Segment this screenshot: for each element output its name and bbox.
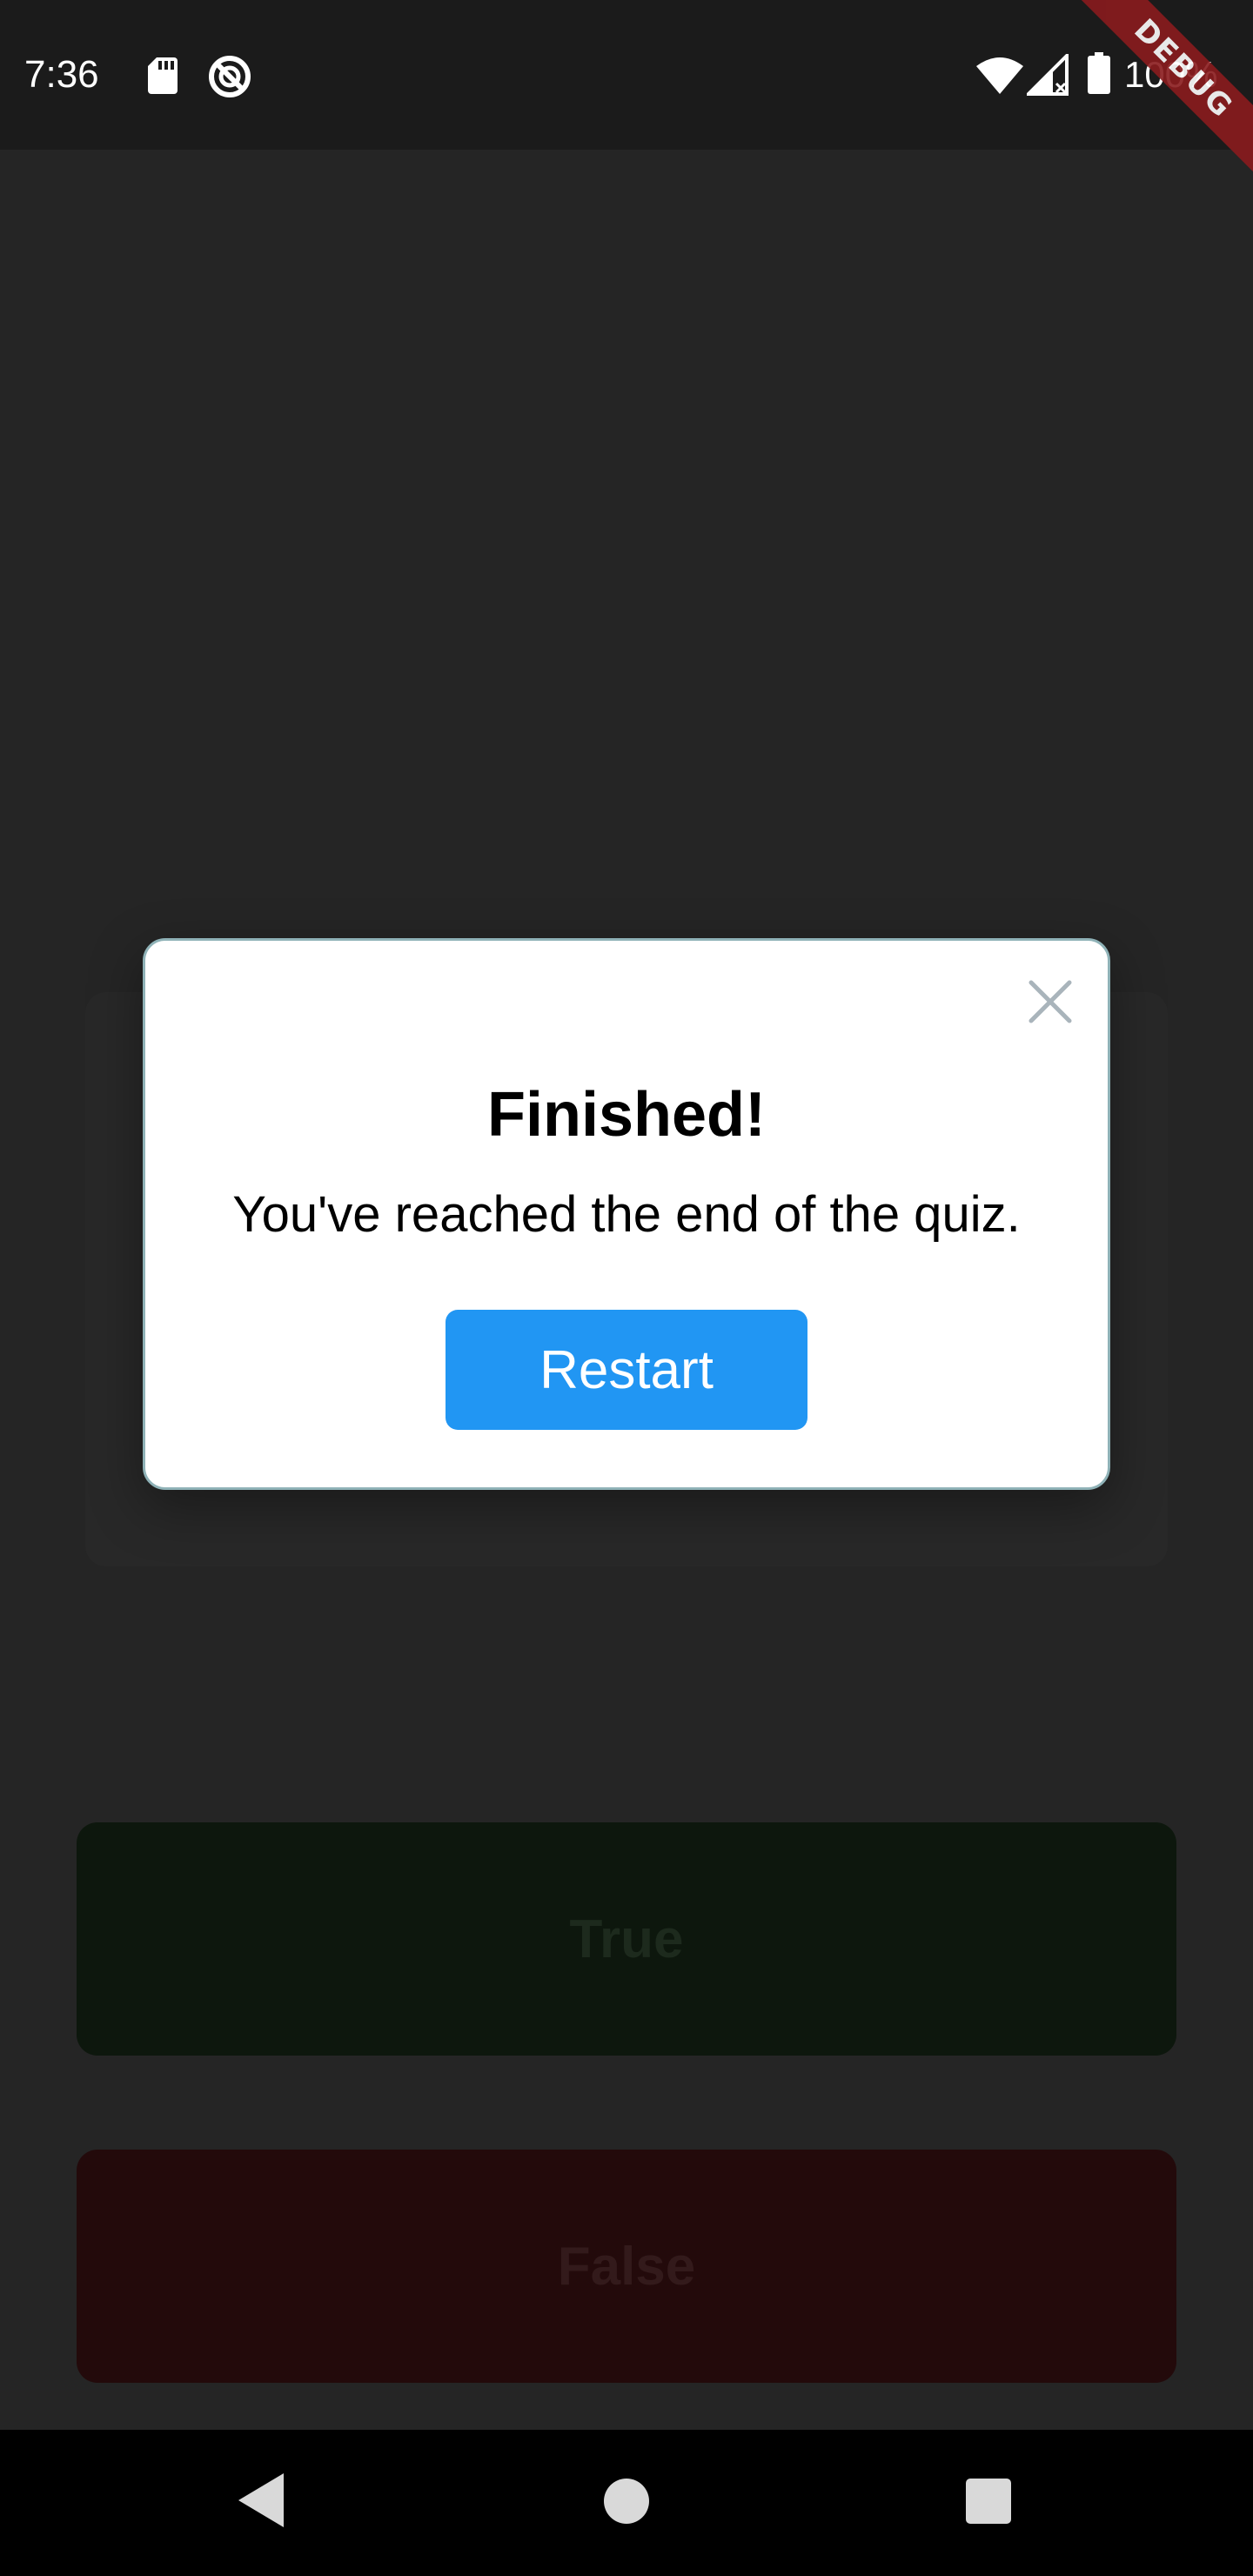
dialog-message: You've reached the end of the quiz. xyxy=(232,1186,1021,1243)
battery-icon xyxy=(1088,52,1110,94)
status-time: 7:36 xyxy=(24,53,99,96)
recents-icon[interactable] xyxy=(966,2479,1011,2524)
wifi-icon xyxy=(976,57,1023,94)
navigation-bar xyxy=(0,2430,1253,2576)
dialog-title: Finished! xyxy=(487,1080,766,1150)
sd-card-icon xyxy=(148,57,178,94)
quiz-screen: 7:36 100% DEBUG True Fal xyxy=(0,0,1253,2576)
home-icon[interactable] xyxy=(604,2479,649,2524)
finished-dialog: Finished! You've reached the end of the … xyxy=(143,938,1110,1490)
back-icon[interactable] xyxy=(235,2470,287,2531)
true-button[interactable]: True xyxy=(77,1822,1176,2056)
signal-icon xyxy=(1027,54,1069,96)
false-button[interactable]: False xyxy=(77,2150,1176,2383)
restart-button[interactable]: Restart xyxy=(446,1310,807,1430)
do-not-disturb-icon xyxy=(209,56,251,97)
status-bar: 7:36 100% xyxy=(0,0,1253,150)
close-icon[interactable] xyxy=(1024,976,1076,1028)
